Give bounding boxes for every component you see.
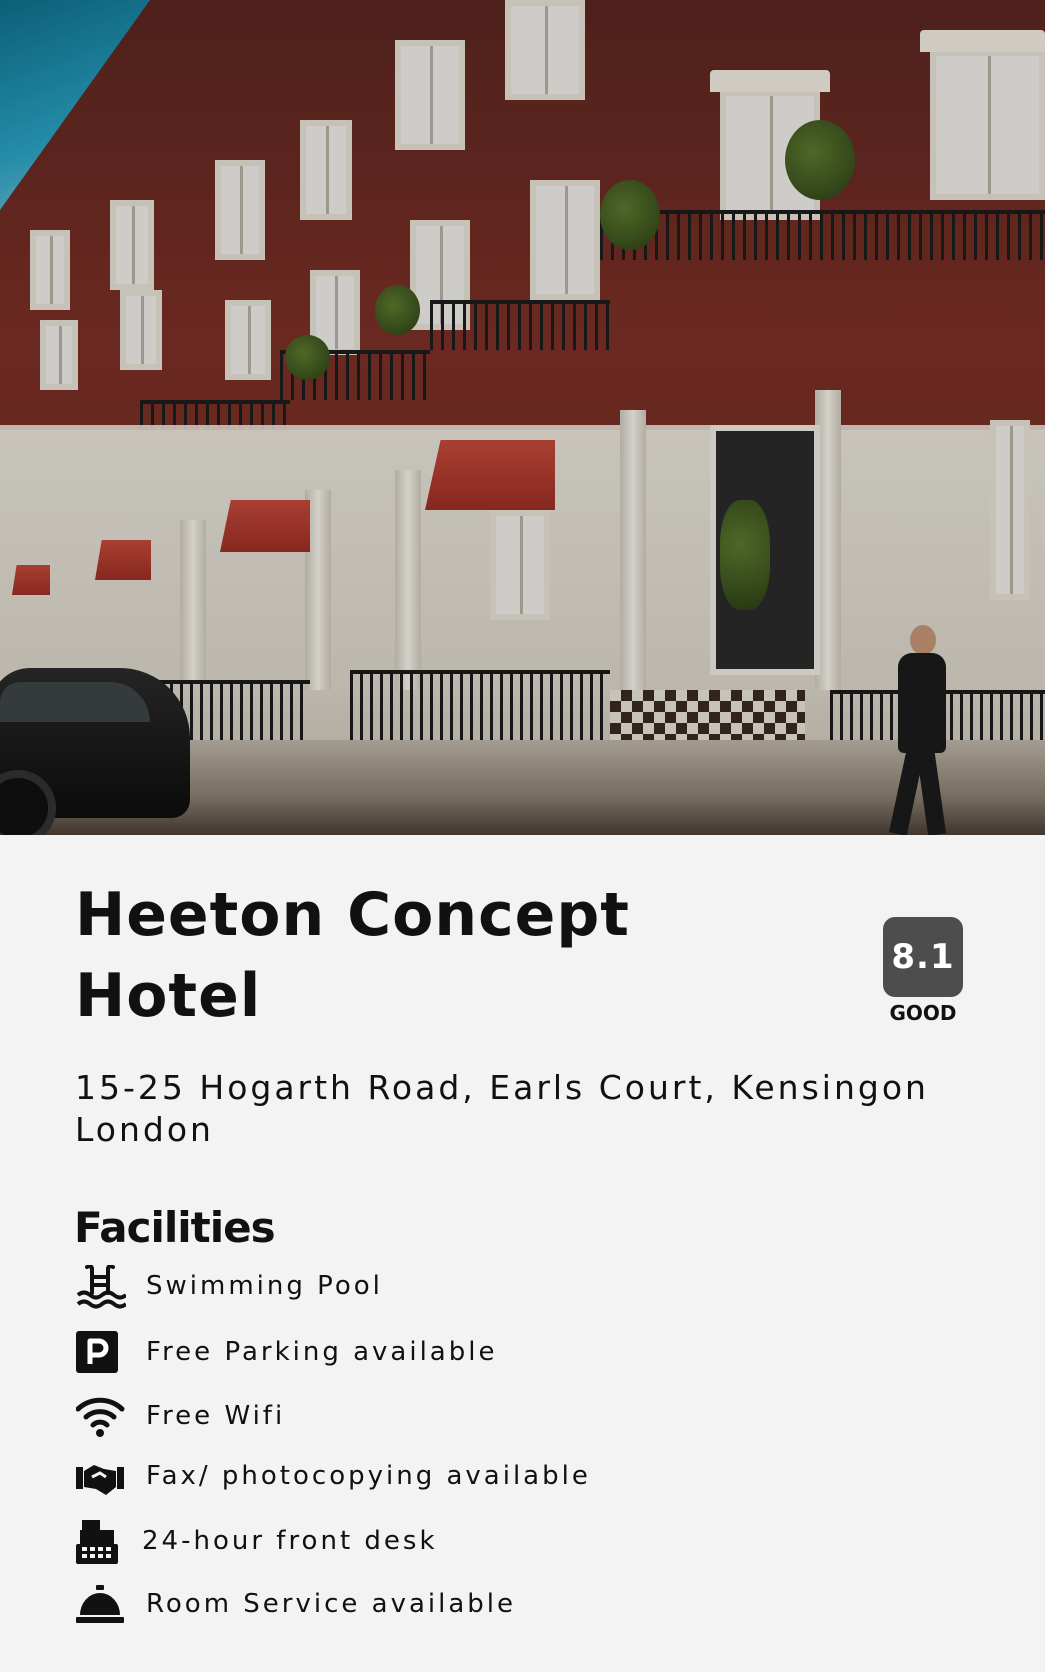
rating-score-badge: 8.1 [883, 917, 963, 997]
facility-item: Free Parking available [76, 1331, 776, 1381]
facility-label: Free Parking available [146, 1337, 498, 1367]
fax-handshake-icon [76, 1465, 124, 1495]
swimming-pool-icon [76, 1265, 126, 1309]
facilities-heading: Facilities [74, 1203, 276, 1252]
rating: 8.1 GOOD [883, 917, 963, 1025]
facility-label: Fax/ photocopying available [146, 1461, 591, 1491]
hotel-name: Heeton Concept Hotel [75, 880, 630, 1031]
facility-label: Swimming Pool [146, 1271, 383, 1301]
facility-label: Room Service available [146, 1589, 517, 1619]
rating-label: GOOD [889, 1001, 957, 1025]
facility-label: Free Wifi [146, 1401, 286, 1431]
service-bell-icon [76, 1585, 124, 1623]
cash-register-icon [76, 1520, 118, 1564]
hotel-photo [0, 0, 1045, 835]
facility-label: 24-hour front desk [142, 1526, 438, 1556]
facility-item: 24-hour front desk [76, 1520, 776, 1570]
hotel-details-card: Heeton Concept Hotel 8.1 GOOD 15-25 Hoga… [0, 835, 1045, 1672]
facility-item: Fax/ photocopying available [76, 1455, 776, 1505]
facility-item: Room Service available [76, 1583, 776, 1633]
facility-item: Swimming Pool [76, 1265, 776, 1315]
facility-item: Free Wifi [76, 1395, 776, 1445]
wifi-icon [76, 1397, 125, 1437]
parking-icon [76, 1331, 118, 1373]
hotel-address: 15-25 Hogarth Road, Earls Court, Kensing… [75, 1068, 929, 1149]
